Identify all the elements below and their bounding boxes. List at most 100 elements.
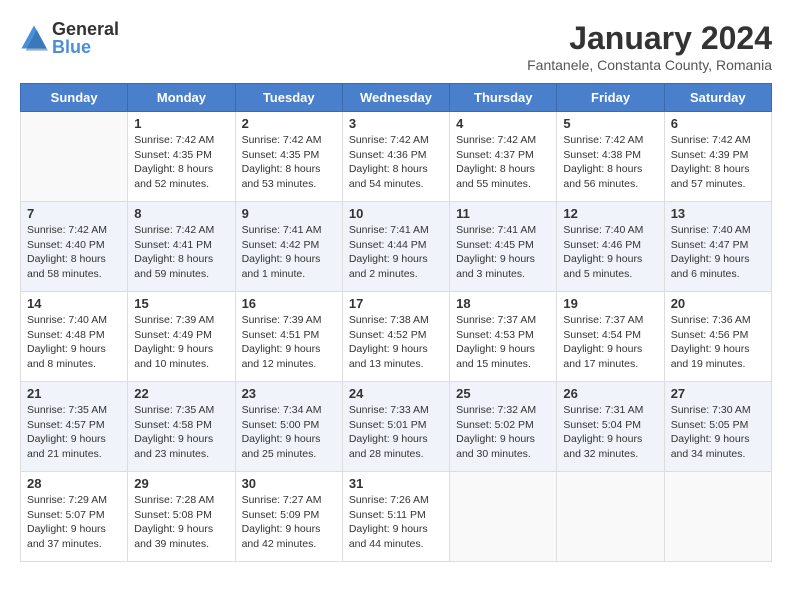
cell-info: Sunrise: 7:42 AM Sunset: 4:38 PM Dayligh… (563, 133, 657, 192)
calendar-cell: 30Sunrise: 7:27 AM Sunset: 5:09 PM Dayli… (235, 472, 342, 562)
logo-text-blue: Blue (52, 38, 119, 56)
calendar-cell: 22Sunrise: 7:35 AM Sunset: 4:58 PM Dayli… (128, 382, 235, 472)
calendar-cell: 1 Sunrise: 7:42 AM Sunset: 4:35 PM Daylig… (128, 112, 235, 202)
calendar-cell: 10 Sunrise: 7:41 AM Sunset: 4:44 PM Dayli… (342, 202, 449, 292)
calendar-cell: 16 Sunrise: 7:39 AM Sunset: 4:51 PM Dayli… (235, 292, 342, 382)
cell-info: Sunrise: 7:34 AM Sunset: 5:00 PM Dayligh… (242, 403, 336, 462)
calendar-cell: 4 Sunrise: 7:42 AM Sunset: 4:37 PM Daylig… (450, 112, 557, 202)
day-number: 15 (134, 296, 228, 311)
column-header-sunday: Sunday (21, 84, 128, 112)
cell-info: Sunrise: 7:33 AM Sunset: 5:01 PM Dayligh… (349, 403, 443, 462)
calendar-cell: 28 Sunrise: 7:29 AM Sunset: 5:07 PM Dayli… (21, 472, 128, 562)
day-number: 30 (242, 476, 336, 491)
header: General Blue January 2024 Fantanele, Con… (20, 20, 772, 73)
cell-info: Sunrise: 7:35 AM Sunset: 4:57 PM Dayligh… (27, 403, 121, 462)
day-number: 11 (456, 206, 550, 221)
day-number: 29 (134, 476, 228, 491)
calendar-cell: 27Sunrise: 7:30 AM Sunset: 5:05 PM Dayli… (664, 382, 771, 472)
day-number: 16 (242, 296, 336, 311)
cell-info: Sunrise: 7:31 AM Sunset: 5:04 PM Dayligh… (563, 403, 657, 462)
day-number: 23 (242, 386, 336, 401)
cell-info: Sunrise: 7:37 AM Sunset: 4:54 PM Dayligh… (563, 313, 657, 372)
cell-info: Sunrise: 7:40 AM Sunset: 4:47 PM Dayligh… (671, 223, 765, 282)
cell-info: Sunrise: 7:42 AM Sunset: 4:36 PM Dayligh… (349, 133, 443, 192)
calendar-cell: 3 Sunrise: 7:42 AM Sunset: 4:36 PM Daylig… (342, 112, 449, 202)
main-title: January 2024 (527, 20, 772, 57)
day-number: 22 (134, 386, 228, 401)
cell-info: Sunrise: 7:39 AM Sunset: 4:49 PM Dayligh… (134, 313, 228, 372)
cell-info: Sunrise: 7:42 AM Sunset: 4:39 PM Dayligh… (671, 133, 765, 192)
calendar-cell: 15 Sunrise: 7:39 AM Sunset: 4:49 PM Dayli… (128, 292, 235, 382)
cell-info: Sunrise: 7:40 AM Sunset: 4:46 PM Dayligh… (563, 223, 657, 282)
day-number: 2 (242, 116, 336, 131)
calendar-cell: 14 Sunrise: 7:40 AM Sunset: 4:48 PM Dayli… (21, 292, 128, 382)
calendar-cell: 25 Sunrise: 7:32 AM Sunset: 5:02 PM Dayli… (450, 382, 557, 472)
calendar-cell (450, 472, 557, 562)
calendar-cell: 2 Sunrise: 7:42 AM Sunset: 4:35 PM Daylig… (235, 112, 342, 202)
day-number: 4 (456, 116, 550, 131)
calendar-cell: 17 Sunrise: 7:38 AM Sunset: 4:52 PM Dayli… (342, 292, 449, 382)
cell-info: Sunrise: 7:38 AM Sunset: 4:52 PM Dayligh… (349, 313, 443, 372)
column-header-saturday: Saturday (664, 84, 771, 112)
logo-icon (20, 24, 48, 52)
cell-info: Sunrise: 7:41 AM Sunset: 4:45 PM Dayligh… (456, 223, 550, 282)
day-number: 27 (671, 386, 765, 401)
cell-info: Sunrise: 7:41 AM Sunset: 4:44 PM Dayligh… (349, 223, 443, 282)
cell-info: Sunrise: 7:36 AM Sunset: 4:56 PM Dayligh… (671, 313, 765, 372)
day-number: 6 (671, 116, 765, 131)
column-header-thursday: Thursday (450, 84, 557, 112)
cell-info: Sunrise: 7:37 AM Sunset: 4:53 PM Dayligh… (456, 313, 550, 372)
day-number: 9 (242, 206, 336, 221)
calendar-cell: 6 Sunrise: 7:42 AM Sunset: 4:39 PM Daylig… (664, 112, 771, 202)
column-header-monday: Monday (128, 84, 235, 112)
cell-info: Sunrise: 7:42 AM Sunset: 4:37 PM Dayligh… (456, 133, 550, 192)
cell-info: Sunrise: 7:28 AM Sunset: 5:08 PM Dayligh… (134, 493, 228, 552)
calendar-cell: 23 Sunrise: 7:34 AM Sunset: 5:00 PM Dayli… (235, 382, 342, 472)
calendar-cell: 26 Sunrise: 7:31 AM Sunset: 5:04 PM Dayli… (557, 382, 664, 472)
calendar-cell: 29 Sunrise: 7:28 AM Sunset: 5:08 PM Dayli… (128, 472, 235, 562)
day-number: 17 (349, 296, 443, 311)
calendar-cell: 21 Sunrise: 7:35 AM Sunset: 4:57 PM Dayli… (21, 382, 128, 472)
calendar-cell: 18 Sunrise: 7:37 AM Sunset: 4:53 PM Dayli… (450, 292, 557, 382)
day-number: 21 (27, 386, 121, 401)
calendar-cell (557, 472, 664, 562)
day-number: 5 (563, 116, 657, 131)
calendar-cell: 24Sunrise: 7:33 AM Sunset: 5:01 PM Dayli… (342, 382, 449, 472)
day-number: 19 (563, 296, 657, 311)
day-number: 1 (134, 116, 228, 131)
calendar-cell: 19 Sunrise: 7:37 AM Sunset: 4:54 PM Dayli… (557, 292, 664, 382)
day-number: 12 (563, 206, 657, 221)
calendar-cell (664, 472, 771, 562)
calendar-cell: 9 Sunrise: 7:41 AM Sunset: 4:42 PM Daylig… (235, 202, 342, 292)
day-number: 18 (456, 296, 550, 311)
cell-info: Sunrise: 7:42 AM Sunset: 4:35 PM Dayligh… (242, 133, 336, 192)
day-number: 25 (456, 386, 550, 401)
column-header-friday: Friday (557, 84, 664, 112)
day-number: 7 (27, 206, 121, 221)
calendar-cell: 11 Sunrise: 7:41 AM Sunset: 4:45 PM Dayli… (450, 202, 557, 292)
subtitle: Fantanele, Constanta County, Romania (527, 57, 772, 73)
calendar-cell (21, 112, 128, 202)
column-header-tuesday: Tuesday (235, 84, 342, 112)
logo: General Blue (20, 20, 119, 56)
title-area: January 2024 Fantanele, Constanta County… (527, 20, 772, 73)
day-number: 3 (349, 116, 443, 131)
day-number: 26 (563, 386, 657, 401)
day-number: 8 (134, 206, 228, 221)
calendar-cell: 7Sunrise: 7:42 AM Sunset: 4:40 PM Daylig… (21, 202, 128, 292)
column-header-wednesday: Wednesday (342, 84, 449, 112)
cell-info: Sunrise: 7:26 AM Sunset: 5:11 PM Dayligh… (349, 493, 443, 552)
day-number: 28 (27, 476, 121, 491)
calendar-cell: 13Sunrise: 7:40 AM Sunset: 4:47 PM Dayli… (664, 202, 771, 292)
calendar-cell: 20Sunrise: 7:36 AM Sunset: 4:56 PM Dayli… (664, 292, 771, 382)
day-number: 14 (27, 296, 121, 311)
logo-text-general: General (52, 20, 119, 38)
cell-info: Sunrise: 7:40 AM Sunset: 4:48 PM Dayligh… (27, 313, 121, 372)
cell-info: Sunrise: 7:42 AM Sunset: 4:35 PM Dayligh… (134, 133, 228, 192)
cell-info: Sunrise: 7:32 AM Sunset: 5:02 PM Dayligh… (456, 403, 550, 462)
day-number: 10 (349, 206, 443, 221)
cell-info: Sunrise: 7:41 AM Sunset: 4:42 PM Dayligh… (242, 223, 336, 282)
cell-info: Sunrise: 7:39 AM Sunset: 4:51 PM Dayligh… (242, 313, 336, 372)
calendar-cell: 5 Sunrise: 7:42 AM Sunset: 4:38 PM Daylig… (557, 112, 664, 202)
cell-info: Sunrise: 7:29 AM Sunset: 5:07 PM Dayligh… (27, 493, 121, 552)
